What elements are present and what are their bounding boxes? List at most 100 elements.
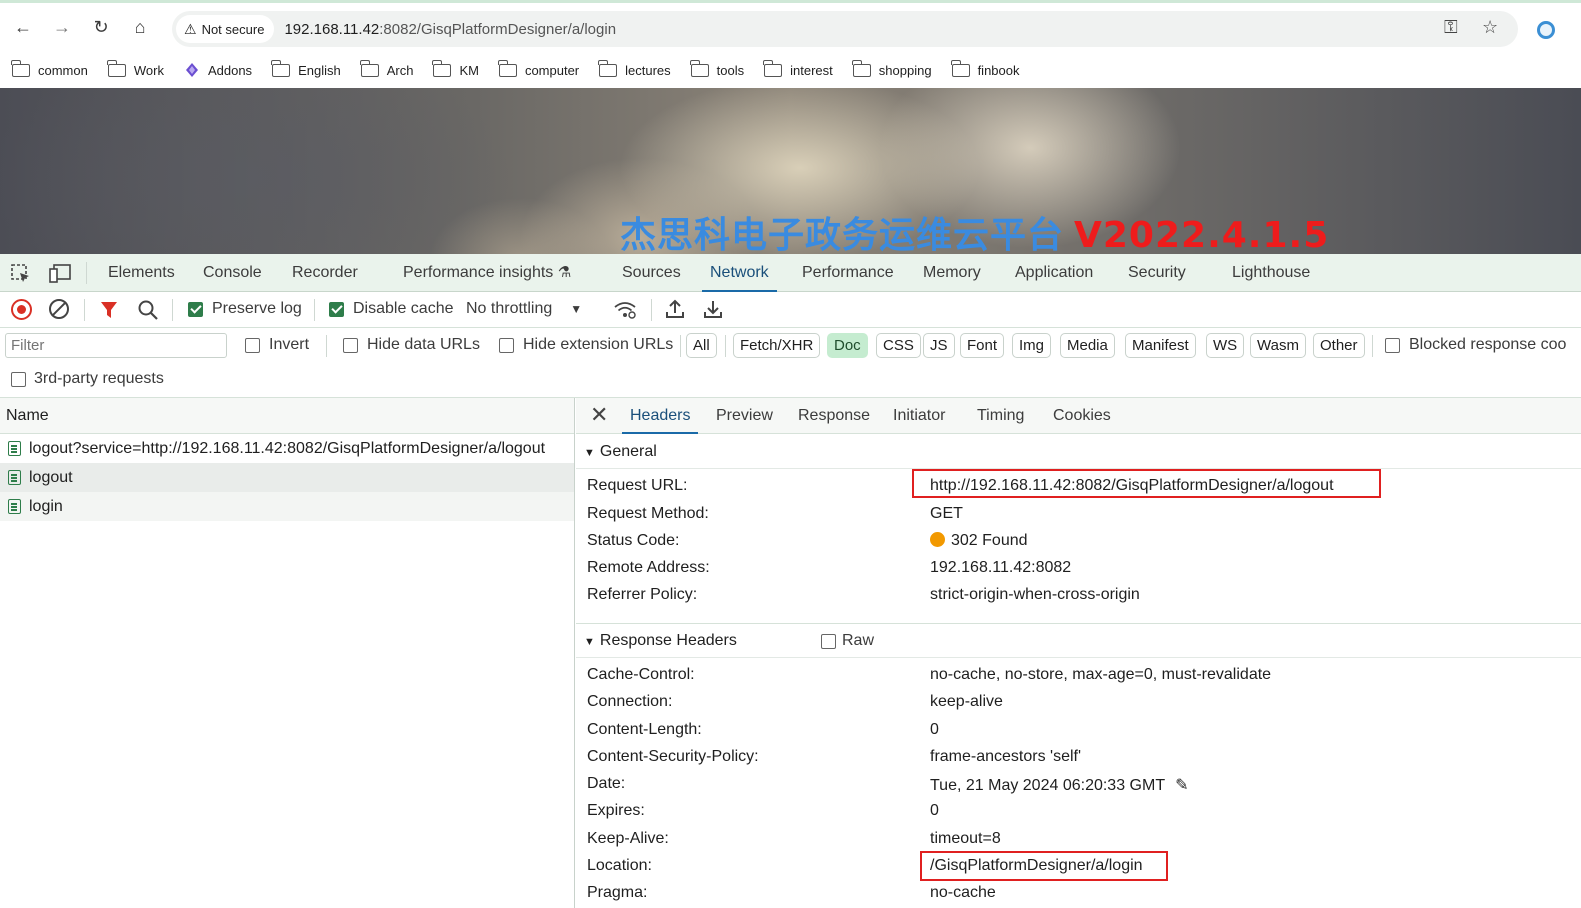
- edit-pencil-icon[interactable]: ✎: [1175, 777, 1188, 794]
- network-conditions-icon[interactable]: [613, 300, 637, 320]
- filter-input[interactable]: [5, 333, 227, 358]
- date-value[interactable]: Tue, 21 May 2024 06:20:33 GMT ✎: [930, 775, 1189, 795]
- close-icon[interactable]: ✕: [590, 402, 608, 428]
- tab-preview[interactable]: Preview: [716, 398, 773, 434]
- tab-headers[interactable]: Headers: [622, 398, 699, 434]
- request-row-selected[interactable]: logout: [0, 463, 574, 492]
- url-text[interactable]: 192.168.11.42:8082/GisqPlatformDesigner/…: [284, 21, 616, 38]
- bookmark-label: Addons: [207, 62, 253, 78]
- type-filter-wasm[interactable]: Wasm: [1250, 333, 1306, 358]
- type-filter-manifest[interactable]: Manifest: [1125, 333, 1196, 358]
- hide-data-urls-checkbox[interactable]: [343, 338, 358, 353]
- back-icon[interactable]: ←: [9, 13, 37, 41]
- preserve-log-checkbox[interactable]: [188, 302, 203, 317]
- bookmark-folder[interactable]: finbook: [950, 59, 1019, 78]
- type-filter-other[interactable]: Other: [1313, 333, 1365, 358]
- forward-icon[interactable]: →: [48, 13, 76, 41]
- inspect-element-icon[interactable]: [10, 263, 32, 285]
- type-filter-ws[interactable]: WS: [1206, 333, 1245, 358]
- request-method-value[interactable]: GET: [930, 505, 963, 523]
- tab-lighthouse[interactable]: Lighthouse: [1232, 254, 1310, 292]
- cache-control-value[interactable]: no-cache, no-store, max-age=0, must-reva…: [930, 666, 1271, 684]
- bookmark-folder[interactable]: shopping: [851, 59, 932, 78]
- throttling-select[interactable]: No throttling ▼: [466, 300, 582, 318]
- bookmark-folder[interactable]: Arch: [359, 59, 413, 78]
- raw-checkbox[interactable]: [821, 634, 836, 649]
- tab-response[interactable]: Response: [798, 398, 870, 434]
- tab-initiator[interactable]: Initiator: [893, 398, 945, 434]
- export-har-icon[interactable]: [703, 298, 723, 320]
- filter-icon[interactable]: [100, 300, 118, 320]
- tab-security[interactable]: Security: [1128, 254, 1186, 292]
- status-code-value[interactable]: 302 Found: [930, 532, 1028, 550]
- type-filter-fetch-xhr[interactable]: Fetch/XHR: [733, 333, 821, 358]
- banner-title: 杰思科电子政务运维云平台 V2022.4.1.5: [620, 206, 1329, 254]
- reload-icon[interactable]: ↻: [87, 13, 115, 41]
- content-length-value[interactable]: 0: [930, 721, 939, 739]
- request-name: logout: [29, 469, 73, 486]
- tab-sources[interactable]: Sources: [622, 254, 681, 292]
- hide-data-urls-label: Hide data URLs: [367, 336, 480, 353]
- expires-value[interactable]: 0: [930, 802, 939, 820]
- general-section-header[interactable]: ▼ General: [576, 435, 1581, 469]
- profile-icon[interactable]: [1537, 21, 1555, 39]
- pragma-value[interactable]: no-cache: [930, 884, 996, 902]
- invert-label: Invert: [269, 336, 310, 353]
- bookmark-folder[interactable]: Work: [106, 59, 164, 78]
- address-bar[interactable]: ⚠ Not secure 192.168.11.42:8082/GisqPlat…: [172, 11, 1518, 47]
- tab-recorder[interactable]: Recorder: [292, 254, 358, 292]
- referrer-policy-value[interactable]: strict-origin-when-cross-origin: [930, 586, 1140, 604]
- home-icon[interactable]: ⌂: [126, 13, 154, 41]
- request-row[interactable]: logout?service=http://192.168.11.42:8082…: [0, 434, 574, 463]
- tab-memory[interactable]: Memory: [923, 254, 981, 292]
- hide-extension-urls-checkbox[interactable]: [499, 338, 514, 353]
- import-har-icon[interactable]: [665, 298, 685, 320]
- type-filter-css[interactable]: CSS: [876, 333, 921, 358]
- type-filter-all[interactable]: All: [686, 333, 717, 358]
- content-security-policy-value[interactable]: frame-ancestors 'self': [930, 748, 1081, 766]
- invert-checkbox[interactable]: [245, 338, 260, 353]
- password-key-icon[interactable]: ⚿: [1444, 17, 1458, 38]
- tab-console[interactable]: Console: [203, 254, 262, 292]
- bookmark-folder[interactable]: tools: [689, 59, 744, 78]
- tab-timing[interactable]: Timing: [977, 398, 1024, 434]
- clear-log-button[interactable]: [49, 299, 69, 319]
- blocked-response-cookies-label: Blocked response coo: [1409, 336, 1567, 353]
- type-filter-media[interactable]: Media: [1060, 333, 1115, 358]
- keep-alive-value[interactable]: timeout=8: [930, 830, 1001, 848]
- security-chip[interactable]: ⚠ Not secure: [176, 15, 275, 43]
- bookmark-folder[interactable]: lectures: [598, 59, 671, 78]
- date-text: Tue, 21 May 2024 06:20:33 GMT: [930, 777, 1166, 794]
- cache-control-key: Cache-Control:: [587, 666, 695, 683]
- type-filter-doc[interactable]: Doc: [827, 333, 868, 358]
- remote-address-value[interactable]: 192.168.11.42:8082: [930, 559, 1071, 577]
- blocked-response-cookies-checkbox[interactable]: [1385, 338, 1400, 353]
- bookmark-folder[interactable]: common: [11, 59, 88, 78]
- tab-performance-insights[interactable]: Performance insights ⚗: [403, 254, 571, 292]
- device-toolbar-icon[interactable]: [48, 263, 72, 285]
- bookmark-star-icon[interactable]: ☆: [1482, 17, 1498, 38]
- folder-icon: [851, 59, 871, 77]
- response-headers-section-header[interactable]: ▼ Response Headers: [576, 624, 1581, 658]
- tab-elements[interactable]: Elements: [108, 254, 175, 292]
- bookmark-folder[interactable]: KM: [432, 59, 479, 78]
- tab-application[interactable]: Application: [1015, 254, 1093, 292]
- type-filter-img[interactable]: Img: [1012, 333, 1052, 358]
- connection-value[interactable]: keep-alive: [930, 693, 1003, 711]
- type-filter-font[interactable]: Font: [960, 333, 1005, 358]
- stop-recording-button[interactable]: [11, 299, 32, 320]
- bookmark-link[interactable]: Addons: [184, 62, 252, 78]
- highlight-box: [920, 851, 1168, 881]
- tab-network[interactable]: Network: [702, 254, 777, 292]
- disable-cache-checkbox[interactable]: [329, 302, 344, 317]
- bookmark-folder[interactable]: computer: [497, 59, 579, 78]
- search-icon[interactable]: [137, 299, 159, 321]
- tab-cookies[interactable]: Cookies: [1053, 398, 1111, 434]
- type-filter-js[interactable]: JS: [923, 333, 955, 358]
- bookmark-folder[interactable]: interest: [763, 59, 833, 78]
- tab-performance[interactable]: Performance: [802, 254, 894, 292]
- third-party-checkbox[interactable]: [11, 372, 26, 387]
- request-row[interactable]: login: [0, 492, 574, 521]
- name-column-header[interactable]: Name: [0, 398, 574, 434]
- bookmark-folder[interactable]: English: [271, 59, 341, 78]
